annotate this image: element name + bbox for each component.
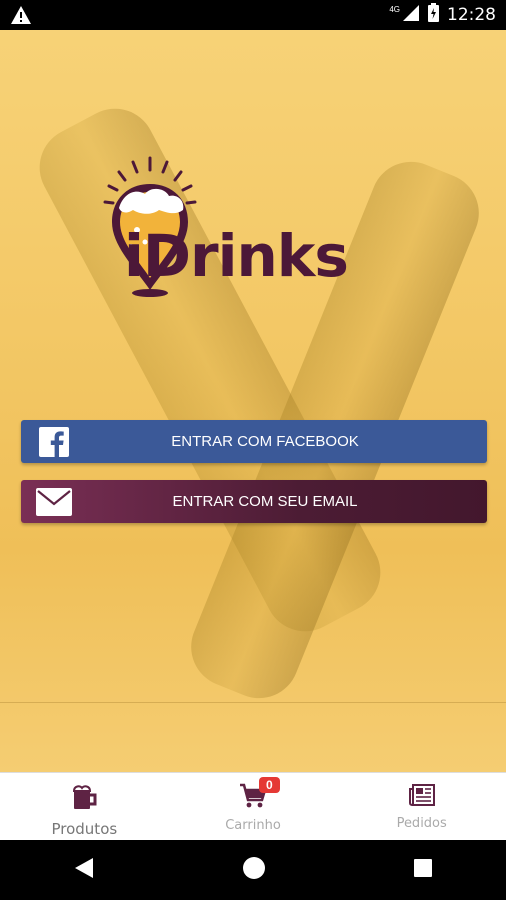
nav-label-produtos: Produtos <box>51 820 118 838</box>
back-icon[interactable] <box>73 856 95 885</box>
divider <box>0 702 506 703</box>
brand-name: iDrinks <box>124 222 349 290</box>
facebook-login-button[interactable]: ENTRAR COM FACEBOOK <box>21 420 487 463</box>
system-navigation-bar <box>0 840 506 900</box>
beer-mug-icon <box>70 783 98 816</box>
nav-item-produtos[interactable]: Produtos <box>0 773 169 841</box>
nav-label-pedidos: Pedidos <box>396 816 447 831</box>
bottom-navigation: Produtos 0 Carrinho Pedidos <box>0 772 506 841</box>
home-icon[interactable] <box>242 856 266 885</box>
newspaper-icon <box>408 783 436 812</box>
recents-icon[interactable] <box>413 858 433 883</box>
network-type: 4G <box>389 4 400 14</box>
nav-label-carrinho: Carrinho <box>225 818 281 833</box>
battery-icon <box>428 3 439 27</box>
email-login-button[interactable]: ENTRAR COM SEU EMAIL <box>21 480 487 523</box>
warning-icon <box>10 5 32 30</box>
nav-item-carrinho[interactable]: 0 Carrinho <box>169 773 338 841</box>
status-bar: 4G 12:28 <box>0 0 506 30</box>
cart-count-badge: 0 <box>259 777 280 793</box>
cart-icon: 0 <box>239 777 280 814</box>
nav-item-pedidos[interactable]: Pedidos <box>337 773 506 841</box>
facebook-login-label: ENTRAR COM FACEBOOK <box>171 433 359 450</box>
email-login-label: ENTRAR COM SEU EMAIL <box>172 493 358 510</box>
facebook-icon <box>21 426 87 457</box>
signal-icon <box>402 4 420 27</box>
envelope-icon <box>21 487 87 516</box>
clock: 12:28 <box>447 5 496 25</box>
background-image <box>0 30 506 772</box>
